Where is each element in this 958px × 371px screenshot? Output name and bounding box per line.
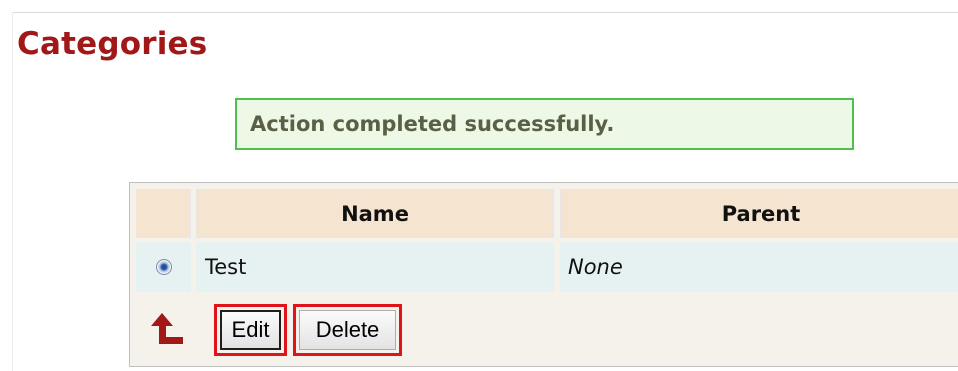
name-column-label: Name [341, 201, 409, 226]
parent-column-header[interactable]: Parent [560, 189, 958, 238]
parent-column-label: Parent [721, 201, 801, 226]
delete-button[interactable]: Delete [293, 304, 402, 356]
action-bar: Edit Delete [136, 296, 958, 360]
edit-button-label: Edit [220, 310, 281, 350]
row-name-text: Test [205, 255, 247, 279]
top-divider [12, 12, 958, 13]
success-message-text: Action completed successfully. [250, 112, 615, 136]
page-title: Categories [17, 26, 208, 62]
edit-button[interactable]: Edit [214, 304, 287, 356]
categories-table: Name Parent Test None Edit Delete [129, 182, 958, 367]
name-column-header[interactable]: Name [196, 189, 554, 238]
row-select-radio[interactable] [155, 259, 172, 275]
row-parent-cell[interactable]: None [560, 242, 958, 292]
row-select-cell [136, 242, 191, 292]
select-column-header [136, 189, 191, 238]
row-parent-text: None [568, 255, 623, 279]
row-name-cell[interactable]: Test [196, 242, 554, 292]
delete-button-label: Delete [299, 310, 396, 350]
arrow-up-left-icon [151, 313, 183, 344]
success-message: Action completed successfully. [235, 98, 854, 150]
left-divider [12, 12, 13, 371]
